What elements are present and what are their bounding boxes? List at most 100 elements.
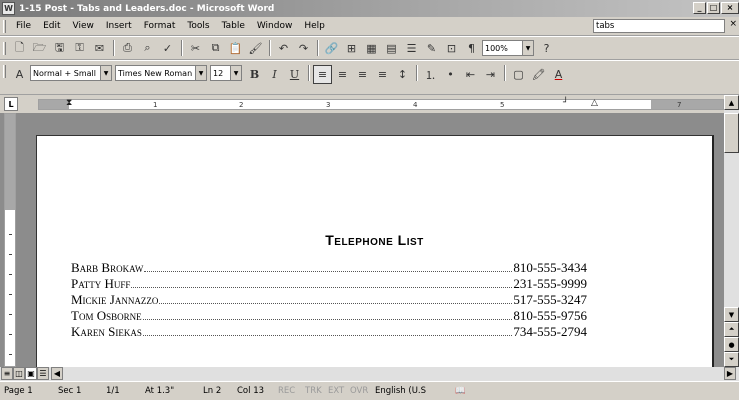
tables-borders-icon[interactable]: ⊞ [342,39,361,58]
ask-a-question-input[interactable]: tabs [593,19,725,33]
menu-grip[interactable] [3,19,6,33]
menu-file[interactable]: File [10,21,37,31]
next-page-icon[interactable]: ⏷ [724,352,739,367]
increase-indent-icon[interactable]: ⇥ [481,65,500,84]
scrollbar-thumb[interactable] [724,113,739,153]
align-right-icon[interactable]: ≡ [353,65,372,84]
menu-table[interactable]: Table [216,21,251,31]
bold-icon[interactable]: B [245,65,264,84]
print-preview-icon[interactable]: ⌕ [138,39,157,58]
indent-marker-icon[interactable]: ⧗ [66,98,72,108]
justify-icon[interactable]: ≡ [373,65,392,84]
spelling-status-icon[interactable]: 📖 [455,386,466,396]
decrease-indent-icon[interactable]: ⇤ [461,65,480,84]
status-ext[interactable]: EXT [328,386,344,396]
word-app-icon[interactable]: W [2,2,15,15]
help-icon[interactable]: ? [537,39,556,58]
print-icon[interactable]: ⎙ [118,39,137,58]
ruler-tick: 1 [153,101,158,109]
font-size-select[interactable]: 12 ▼ [210,65,242,81]
right-indent-marker-icon[interactable]: △ [591,98,598,108]
menu-view[interactable]: View [67,21,100,31]
separator [113,40,115,56]
status-page: Page 1 [4,386,33,396]
italic-icon[interactable]: I [265,65,284,84]
toolbar-grip[interactable] [3,65,6,78]
horizontal-ruler[interactable]: ⧗ 1 2 3 4 5 ┘ △ 7 [38,98,724,110]
columns-icon[interactable]: ☰ [402,39,421,58]
status-ovr[interactable]: OVR [350,386,368,396]
menu-window[interactable]: Window [251,21,299,31]
web-layout-icon[interactable]: ◫ [13,367,25,380]
status-rec[interactable]: REC [278,386,295,396]
bullets-icon[interactable]: • [441,65,460,84]
document-page[interactable]: Telephone List Barb Brokaw 810-555-3434 … [36,135,714,367]
copy-icon[interactable]: ⧉ [206,39,225,58]
show-hide-icon[interactable]: ¶ [462,39,481,58]
vertical-scrollbar[interactable]: ▲ ▼ ⏶ ● ⏷ [724,95,739,367]
zoom-select[interactable]: 100% ▼ [482,40,534,56]
scroll-left-icon[interactable]: ◀ [51,367,63,380]
menu-format[interactable]: Format [138,21,182,31]
browse-object-icon[interactable]: ● [724,337,739,352]
border-icon[interactable]: ▢ [509,65,528,84]
title-bar: W 1-15 Post - Tabs and Leaders.doc - Mic… [0,0,739,17]
undo-icon[interactable]: ↶ [274,39,293,58]
menu-tools[interactable]: Tools [181,21,215,31]
hyperlink-icon[interactable]: 🔗 [322,39,341,58]
font-color-icon[interactable]: A [549,65,568,84]
highlight-icon[interactable]: 🖍 [529,65,548,84]
document-map-icon[interactable]: ⊡ [442,39,461,58]
horizontal-scrollbar[interactable]: ≡ ◫ ▣ ☰ ◀ ▶ [0,367,739,381]
toolbar-grip[interactable] [3,41,6,55]
menu-edit[interactable]: Edit [37,21,66,31]
scroll-down-icon[interactable]: ▼ [724,307,739,322]
align-center-icon[interactable]: ≡ [333,65,352,84]
previous-page-icon[interactable]: ⏶ [724,322,739,337]
new-document-icon[interactable]: 🗋 [10,39,29,58]
open-folder-icon[interactable]: 🗁 [30,39,49,58]
chevron-down-icon[interactable]: ▼ [230,66,241,80]
tab-selector-icon[interactable]: L [4,97,18,111]
drawing-icon[interactable]: ✎ [422,39,441,58]
paste-icon[interactable]: 📋 [226,39,245,58]
save-icon[interactable]: 🖫 [50,39,69,58]
minimize-button[interactable]: _ [693,2,706,14]
chevron-down-icon[interactable]: ▼ [100,66,111,80]
normal-view-icon[interactable]: ≡ [1,367,13,380]
vertical-ruler[interactable] [4,113,16,367]
align-left-icon[interactable]: ≡ [313,65,332,84]
insert-table-icon[interactable]: ▦ [362,39,381,58]
numbering-icon[interactable]: ⒈ [421,65,440,84]
styles-formatting-icon[interactable]: A [10,65,29,84]
status-trk[interactable]: TRK [305,386,322,396]
close-button[interactable]: × [721,2,739,14]
format-painter-icon[interactable]: 🖌 [246,39,265,58]
scroll-right-icon[interactable]: ▶ [724,367,736,380]
line-spacing-icon[interactable]: ↕ [393,65,412,84]
email-icon[interactable]: ✉ [90,39,109,58]
maximize-button[interactable]: □ [707,2,720,14]
permission-icon[interactable]: ⚿ [70,39,89,58]
menu-insert[interactable]: Insert [100,21,138,31]
font-select[interactable]: Times New Roman ▼ [115,65,207,81]
right-tab-stop-icon[interactable]: ┘ [563,98,568,108]
chevron-down-icon[interactable]: ▼ [522,41,533,55]
font-size-value: 12 [213,68,224,78]
spelling-icon[interactable]: ✓ [158,39,177,58]
cut-icon[interactable]: ✂ [186,39,205,58]
chevron-down-icon[interactable]: ▼ [195,66,206,80]
insert-excel-icon[interactable]: ▤ [382,39,401,58]
redo-icon[interactable]: ↷ [294,39,313,58]
scroll-up-icon[interactable]: ▲ [724,95,739,110]
close-document-icon[interactable]: × [729,19,737,29]
separator [317,40,319,56]
print-layout-icon[interactable]: ▣ [25,367,37,380]
underline-icon[interactable]: U [285,65,304,84]
style-select[interactable]: Normal + Small ▼ [30,65,112,81]
outline-view-icon[interactable]: ☰ [37,367,49,380]
menu-help[interactable]: Help [298,21,331,31]
list-item: Mickie Jannazzo 517-555-3247 [71,292,587,308]
separator [181,40,183,56]
contact-name: Tom Osborne [71,308,142,323]
